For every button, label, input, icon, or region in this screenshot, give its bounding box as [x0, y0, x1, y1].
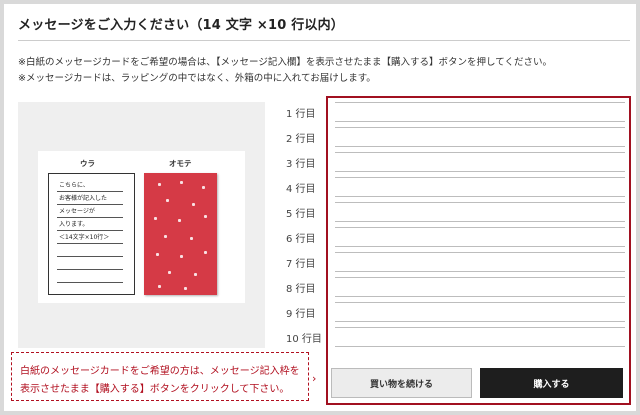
pattern-dot: [204, 215, 207, 218]
message-input-frame: 買い物を続ける 購入する: [326, 96, 631, 405]
continue-shopping-button[interactable]: 買い物を続ける: [331, 368, 472, 398]
note-blank-card: ※白紙のメッセージカードをご希望の場合は、【メッセージ記入欄】を表示させたまま【…: [18, 57, 552, 68]
pattern-dot: [184, 287, 187, 290]
pattern-dot: [202, 186, 205, 189]
sample-rule: [57, 269, 123, 270]
message-line-2-input[interactable]: [335, 127, 625, 147]
pattern-dot: [192, 203, 195, 206]
line-label: 8 行目: [286, 284, 316, 295]
hint-text-line: 白紙のメッセージカードをご希望の方は、メッセージ記入枠を: [20, 366, 300, 377]
blank-card-hint-box: 白紙のメッセージカードをご希望の方は、メッセージ記入枠を 表示させたまま【購入す…: [11, 352, 309, 401]
sample-text-line: メッセージが: [59, 208, 95, 215]
card-back-illustration: こちらに、 お客様が記入した メッセージが 入ります。 ＜14文字×10行＞: [48, 173, 135, 295]
pattern-dot: [154, 217, 157, 220]
front-side-label: オモテ: [169, 159, 192, 168]
pattern-dot: [168, 271, 171, 274]
message-line-5-input[interactable]: [335, 202, 625, 222]
pattern-dot: [190, 237, 193, 240]
message-line-3-input[interactable]: [335, 152, 625, 172]
message-line-1-input[interactable]: [335, 102, 625, 122]
sample-rule: [57, 217, 123, 218]
line-label: 9 行目: [286, 309, 316, 320]
pattern-dot: [204, 251, 207, 254]
message-card-panel: メッセージをご入力ください（14 文字 ×10 行以内） ※白紙のメッセージカー…: [4, 4, 636, 411]
pattern-dot: [180, 181, 183, 184]
pattern-dot: [156, 253, 159, 256]
back-side-label: ウラ: [80, 159, 95, 168]
pattern-dot: [158, 183, 161, 186]
line-label: 10 行目: [286, 334, 322, 345]
sample-text-line: 入ります。: [59, 221, 89, 228]
line-label: 2 行目: [286, 134, 316, 145]
message-line-4-input[interactable]: [335, 177, 625, 197]
pattern-dot: [166, 199, 169, 202]
message-line-6-input[interactable]: [335, 227, 625, 247]
sample-rule: [57, 243, 123, 244]
pattern-dot: [178, 219, 181, 222]
card-front-illustration: [144, 173, 217, 295]
sample-card-image: ウラ オモテ こちらに、 お客様が記入した メッセージが 入ります。 ＜14文字…: [18, 102, 265, 348]
line-label: 6 行目: [286, 234, 316, 245]
divider: [18, 40, 630, 41]
sample-text-line: お客様が記入した: [59, 195, 108, 202]
pattern-dot: [164, 235, 167, 238]
sample-rule: [57, 204, 123, 205]
line-label: 7 行目: [286, 259, 316, 270]
buy-button[interactable]: 購入する: [480, 368, 623, 398]
sample-text-line: ＜14文字×10行＞: [59, 234, 110, 241]
page-title: メッセージをご入力ください（14 文字 ×10 行以内）: [18, 18, 344, 33]
chevron-right-icon: ›: [312, 372, 317, 385]
hint-text-line: 表示させたまま【購入する】ボタンをクリックして下さい。: [20, 384, 290, 395]
line-label: 4 行目: [286, 184, 316, 195]
line-label: 5 行目: [286, 209, 316, 220]
message-line-7-input[interactable]: [335, 252, 625, 272]
message-line-9-input[interactable]: [335, 302, 625, 322]
sample-rule: [57, 256, 123, 257]
pattern-dot: [194, 273, 197, 276]
message-line-10-input[interactable]: [335, 327, 625, 347]
sample-rule: [57, 282, 123, 283]
pattern-dot: [158, 285, 161, 288]
sample-text-line: こちらに、: [59, 182, 89, 189]
pattern-dot: [180, 255, 183, 258]
sample-rule: [57, 230, 123, 231]
sample-rule: [57, 191, 123, 192]
line-label: 3 行目: [286, 159, 316, 170]
sample-card-frame: ウラ オモテ こちらに、 お客様が記入した メッセージが 入ります。 ＜14文字…: [38, 151, 245, 303]
message-line-8-input[interactable]: [335, 277, 625, 297]
note-delivery: ※メッセージカードは、ラッピングの中ではなく、外箱の中に入れてお届けします。: [18, 73, 376, 84]
line-label: 1 行目: [286, 109, 316, 120]
